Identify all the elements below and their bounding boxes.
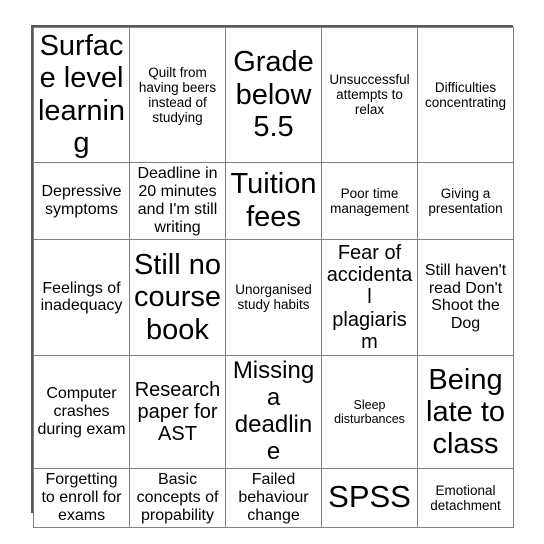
bingo-cell[interactable]: Giving a presentation xyxy=(417,161,514,240)
bingo-cell[interactable]: Depressive symptoms xyxy=(33,161,130,240)
bingo-cell-text: Deadline in 20 minutes and I'm still wri… xyxy=(137,164,218,236)
bingo-cell[interactable]: Unsuccessful attempts to relax xyxy=(321,27,418,163)
bingo-cell-text: Emotional detachment xyxy=(430,482,501,513)
bingo-cell-text: Being late to class xyxy=(426,363,505,461)
bingo-cell-text: Missing a deadline xyxy=(232,357,315,466)
bingo-grid-body: Surface level learning Quilt from having… xyxy=(33,27,514,528)
bingo-cell[interactable]: Poor time management xyxy=(321,161,418,240)
bingo-cell-text: Poor time management xyxy=(330,185,409,216)
bingo-cell-text: Tuition fees xyxy=(230,168,317,233)
bingo-cell-text: SPSS xyxy=(328,479,411,515)
bingo-cell[interactable]: Still no course book xyxy=(129,238,226,357)
bingo-cell-text: Feelings of inadequacy xyxy=(40,279,123,315)
bingo-cell[interactable]: Forgetting to enroll for exams xyxy=(33,467,130,528)
bingo-row: Forgetting to enroll for exams Basic con… xyxy=(33,467,514,528)
bingo-row: Feelings of inadequacy Still no course b… xyxy=(33,238,514,357)
bingo-cell[interactable]: Still haven't read Don't Shoot the Dog xyxy=(417,238,514,357)
bingo-grid: Surface level learning Quilt from having… xyxy=(33,27,514,528)
bingo-cell-text: Fear of accidental plagiarism xyxy=(326,241,413,354)
bingo-cell-text: Still haven't read Don't Shoot the Dog xyxy=(424,261,507,333)
bingo-cell-text: Depressive symptoms xyxy=(41,182,122,218)
bingo-cell-text: Quilt from having beers instead of study… xyxy=(138,64,217,126)
bingo-cell[interactable]: Tuition fees xyxy=(225,161,322,240)
bingo-cell-text: Forgetting to enroll for exams xyxy=(41,470,122,524)
bingo-cell[interactable]: Sleep disturbances xyxy=(321,355,418,469)
bingo-cell-text: Grade below 5.5 xyxy=(233,46,314,144)
bingo-cell-text: Giving a presentation xyxy=(428,185,503,216)
bingo-cell[interactable]: Difficulties concentrating xyxy=(417,27,514,163)
bingo-cell-text: Sleep disturbances xyxy=(334,398,405,427)
bingo-row: Computer crashes during exam Research pa… xyxy=(33,355,514,469)
bingo-card: Surface level learning Quilt from having… xyxy=(31,25,514,528)
bingo-row: Surface level learning Quilt from having… xyxy=(33,27,514,163)
bingo-cell[interactable]: SPSS xyxy=(321,467,418,528)
bingo-cell[interactable]: Grade below 5.5 xyxy=(225,27,322,163)
bingo-cell-text: Unsuccessful attempts to relax xyxy=(329,72,410,118)
bingo-cell[interactable]: Feelings of inadequacy xyxy=(33,238,130,357)
bingo-cell-text: Failed behaviour change xyxy=(238,470,309,524)
bingo-cell[interactable]: Computer crashes during exam xyxy=(33,355,130,469)
bingo-cell[interactable]: Deadline in 20 minutes and I'm still wri… xyxy=(129,161,226,240)
bingo-cell-text: Unorganised study habits xyxy=(235,282,312,313)
bingo-cell-text: Computer crashes during exam xyxy=(37,385,126,439)
bingo-row: Depressive symptoms Deadline in 20 minut… xyxy=(33,161,514,240)
bingo-cell[interactable]: Missing a deadline xyxy=(225,355,322,469)
bingo-cell[interactable]: Emotional detachment xyxy=(417,467,514,528)
bingo-cell[interactable]: Quilt from having beers instead of study… xyxy=(129,27,226,163)
bingo-cell[interactable]: Failed behaviour change xyxy=(225,467,322,528)
bingo-cell[interactable]: Being late to class xyxy=(417,355,514,469)
bingo-cell[interactable]: Basic concepts of propability xyxy=(129,467,226,528)
bingo-cell-text: Difficulties concentrating xyxy=(424,79,507,110)
bingo-cell[interactable]: Surface level learning xyxy=(33,27,130,163)
bingo-cell[interactable]: Fear of accidental plagiarism xyxy=(321,238,418,357)
bingo-cell-text: Basic concepts of propability xyxy=(136,470,219,524)
bingo-cell-text: Still no course book xyxy=(133,248,222,346)
bingo-cell[interactable]: Research paper for AST xyxy=(129,355,226,469)
bingo-cell[interactable]: Unorganised study habits xyxy=(225,238,322,357)
bingo-cell-text: Research paper for AST xyxy=(134,378,221,446)
bingo-cell-text: Surface level learning xyxy=(37,30,126,160)
